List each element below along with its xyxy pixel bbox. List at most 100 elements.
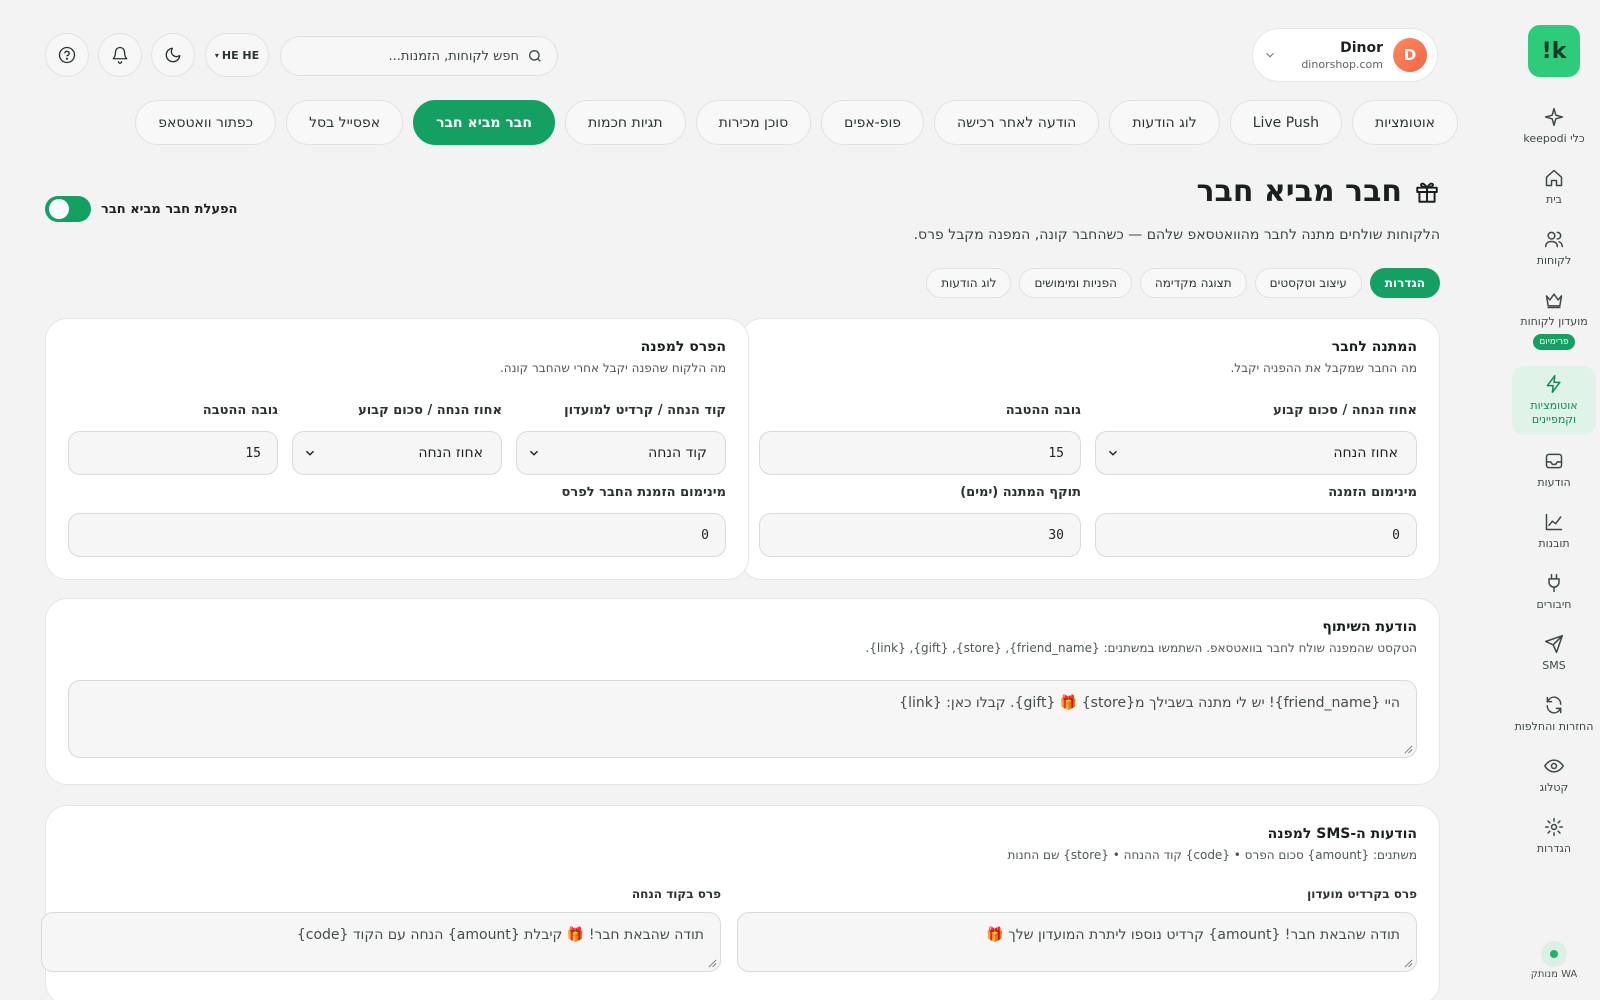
sidebar-item-settings[interactable]: הגדרות <box>1512 811 1596 862</box>
reward-amount-input[interactable]: 15 <box>68 431 278 475</box>
search-box[interactable] <box>280 36 558 76</box>
gear-icon <box>1544 817 1564 837</box>
resize-handle-icon[interactable] <box>1404 959 1413 968</box>
sidebar-item-home[interactable]: בית <box>1512 162 1596 213</box>
subtab-referrals[interactable]: הפניות ומימושים <box>1019 268 1132 298</box>
tab-whatsapp-button[interactable]: כפתור וואטסאפ <box>135 100 277 145</box>
sidebar-item-label: חיבורים <box>1536 598 1572 611</box>
sidebar-item-customers[interactable]: לקוחות <box>1512 223 1596 274</box>
sparkle-icon <box>1544 107 1564 127</box>
sidebar-item-label: SMS <box>1542 659 1566 672</box>
sidebar-item-label: כלי keepodi <box>1523 132 1585 145</box>
page-title: חבר מביא חבר <box>1196 174 1440 209</box>
sms-code-textarea[interactable]: תודה שהבאת חבר! 🎁 קיבלת {amount} הנחה עם… <box>41 912 721 972</box>
card-subtitle: מה החבר שמקבל את ההפניה יקבל. <box>1230 361 1417 375</box>
tab-live-push[interactable]: Live Push <box>1229 100 1342 145</box>
sidebar-item-keepodi-tools[interactable]: כלי keepodi <box>1512 101 1596 152</box>
card-title: הפרס למפנה <box>640 339 726 355</box>
field-label: מינימום הזמנה <box>1328 485 1417 500</box>
sidebar-item-integrations[interactable]: חיבורים <box>1512 567 1596 618</box>
dark-mode-button[interactable] <box>151 33 195 77</box>
refresh-icon <box>1546 696 1562 714</box>
user-menu[interactable]: D Dinor dinorshop.com <box>1252 28 1438 82</box>
status-dot-icon <box>1541 941 1567 967</box>
tab-cart-upsell[interactable]: אפסייל בסל <box>286 100 404 145</box>
sidebar-item-club[interactable]: מועדון לקוחות פרימיום <box>1512 284 1596 356</box>
sidebar-item-label: החזרות והחלפות <box>1514 720 1594 733</box>
page-title-text: חבר מביא חבר <box>1196 174 1402 209</box>
user-shop: dinorshop.com <box>1301 57 1383 71</box>
subtab-design-texts[interactable]: עיצוב וטקסטים <box>1254 268 1362 298</box>
friend-min-order-input[interactable]: 0 <box>1095 513 1417 557</box>
toggle-switch[interactable] <box>45 196 91 222</box>
sidebar-item-insights[interactable]: תובנות <box>1512 506 1596 557</box>
chevron-down-icon <box>306 450 314 456</box>
select-value: אחוז הנחה <box>1333 445 1398 461</box>
user-name: Dinor <box>1340 39 1383 56</box>
reward-type-select[interactable]: אחוז הנחה <box>292 431 502 475</box>
card-subtitle: מה הלקוח שהפנה יקבל אחרי שהחבר קונה. <box>499 361 726 375</box>
tab-smart-tags[interactable]: תגיות חכמות <box>564 100 686 145</box>
resize-handle-icon[interactable] <box>708 959 717 968</box>
card-subtitle: משתנים: {amount} סכום הפרס • {code} קוד … <box>1007 848 1417 862</box>
notifications-button[interactable] <box>98 33 142 77</box>
share-message-card: הודעת השיתוף הטקסט שהמפנה שולח לחבר בווא… <box>45 598 1440 785</box>
tab-post-purchase[interactable]: הודעה לאחר רכישה <box>934 100 1100 145</box>
bell-icon <box>112 46 128 64</box>
sidebar-item-label: תובנות <box>1538 537 1570 550</box>
eye-icon <box>1544 759 1564 773</box>
field-label: תוקף המתנה (ימים) <box>960 485 1081 500</box>
bolt-icon <box>1546 374 1561 394</box>
plug-icon <box>1548 573 1560 593</box>
reward-min-order-input[interactable]: 0 <box>68 513 726 557</box>
tab-popups[interactable]: פופ-אפים <box>821 100 925 145</box>
sidebar-item-automations[interactable]: אוטומציות וקמפיינים <box>1512 366 1596 435</box>
field-label: גובה ההטבה <box>1005 403 1081 418</box>
tab-message-log[interactable]: לוג הודעות <box>1109 100 1220 145</box>
reward-kind-select[interactable]: קוד הנחה <box>516 431 726 475</box>
sidebar-item-sms[interactable]: SMS <box>1512 628 1596 679</box>
field-label: גובה ההטבה <box>202 403 278 418</box>
tab-refer-a-friend[interactable]: חבר מביא חבר <box>413 100 555 145</box>
sidebar-item-catalog[interactable]: קטלוג <box>1512 750 1596 801</box>
subtab-message-log[interactable]: לוג הודעות <box>926 268 1012 298</box>
subtab-preview[interactable]: תצוגה מקדימה <box>1139 268 1247 298</box>
sidebar-item-messages[interactable]: הודעות <box>1512 445 1596 496</box>
subtab-settings[interactable]: הגדרות <box>1369 268 1440 298</box>
card-subtitle: הטקסט שהמפנה שולח לחבר בוואטסאפ. השתמשו … <box>865 641 1417 655</box>
users-icon <box>1544 231 1564 248</box>
sidebar-item-label: בית <box>1545 193 1563 206</box>
language-switcher[interactable]: ▾ HE HE <box>205 33 269 77</box>
crown-icon <box>1545 293 1563 309</box>
main-tabs: אוטומציות Live Push לוג הודעות הודעה לאח… <box>135 100 1458 145</box>
sidebar-item-label: אוטומציות וקמפיינים <box>1530 399 1578 426</box>
toggle-label: הפעלת חבר מביא חבר <box>101 201 238 217</box>
chevron-down-icon: ▾ <box>214 50 219 60</box>
sidebar-item-returns[interactable]: החזרות והחלפות <box>1512 689 1596 740</box>
sidebar-item-label: מועדון לקוחות <box>1520 315 1588 328</box>
resize-handle-icon[interactable] <box>1404 745 1413 754</box>
tab-sales-agent[interactable]: סוכן מכירות <box>695 100 812 145</box>
moon-icon <box>165 47 181 63</box>
sidebar-item-label: לקוחות <box>1536 254 1572 267</box>
whatsapp-status[interactable]: WA מנותק <box>1508 941 1600 980</box>
sms-credit-textarea[interactable]: תודה שהבאת חבר! {amount} קרדיט נוספו לית… <box>737 912 1417 972</box>
share-message-textarea[interactable]: היי {friend_name}! יש לי מתנה בשבילך מ{s… <box>68 680 1417 758</box>
card-title: הודעת השיתוף <box>1322 619 1417 635</box>
search-input[interactable] <box>295 48 519 64</box>
app-logo[interactable]: !k <box>1528 25 1580 77</box>
friend-gift-amount-input[interactable]: 15 <box>759 431 1081 475</box>
feature-toggle[interactable]: הפעלת חבר מביא חבר <box>45 196 237 222</box>
referrer-reward-card: הפרס למפנה מה הלקוח שהפנה יקבל אחרי שהחב… <box>45 318 749 580</box>
card-title: המתנה לחבר <box>1331 339 1417 355</box>
language-label: HE HE <box>221 48 260 62</box>
friend-gift-type-select[interactable]: אחוז הנחה <box>1095 431 1417 475</box>
sidebar: !k כלי keepodi בית לקוחות מועדון לקוחות … <box>1508 0 1600 1000</box>
help-button[interactable] <box>45 33 89 77</box>
friend-gift-validity-input[interactable]: 30 <box>759 513 1081 557</box>
sidebar-item-label: הודעות <box>1537 476 1571 489</box>
home-icon <box>1545 169 1563 187</box>
friend-gift-card: המתנה לחבר מה החבר שמקבל את ההפניה יקבל.… <box>740 318 1440 580</box>
tab-automations[interactable]: אוטומציות <box>1351 100 1458 145</box>
send-icon <box>1544 634 1564 654</box>
